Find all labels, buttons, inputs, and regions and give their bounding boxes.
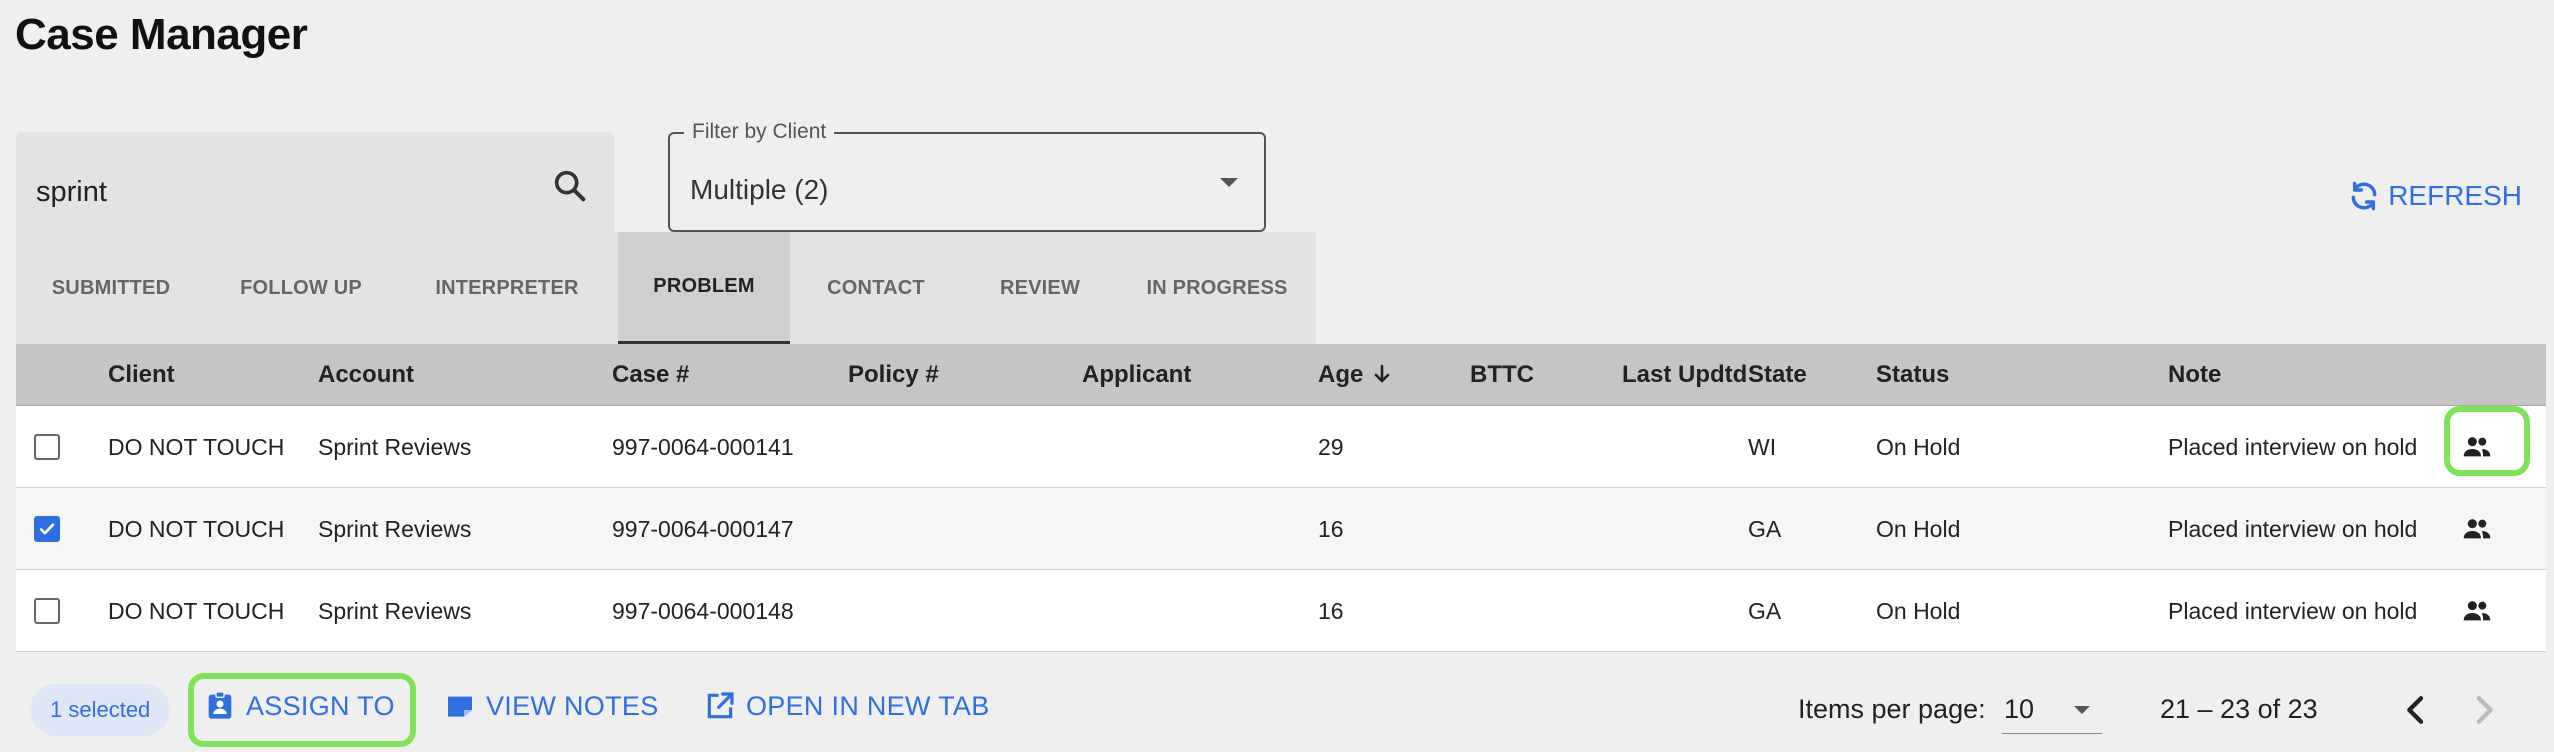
- view-notes-button[interactable]: VIEW NOTES: [444, 690, 659, 722]
- people-icon: [2463, 519, 2491, 539]
- cell-account: Sprint Reviews: [318, 434, 472, 460]
- status-tabs: SUBMITTED FOLLOW UP INTERPRETER PROBLEM …: [16, 232, 1316, 344]
- cases-table: Client Account Case # Policy # Applicant…: [16, 344, 2546, 652]
- refresh-label: REFRESH: [2388, 180, 2522, 211]
- cell-age: 16: [1318, 598, 1344, 624]
- open-new-tab-icon: [707, 692, 734, 719]
- table-row[interactable]: DO NOT TOUCH Sprint Reviews 997-0064-000…: [16, 488, 2546, 570]
- assign-to-label: ASSIGN TO: [246, 690, 395, 721]
- cell-note: Placed interview on hold: [2168, 434, 2418, 460]
- search-icon[interactable]: [550, 166, 590, 206]
- cell-state: GA: [1748, 598, 1782, 624]
- col-case[interactable]: Case #: [612, 344, 689, 406]
- items-per-page-select[interactable]: 10: [2002, 688, 2102, 734]
- refresh-icon: [2351, 181, 2377, 211]
- items-per-page-value: 10: [2004, 694, 2035, 724]
- col-policy[interactable]: Policy #: [848, 344, 939, 406]
- cell-status: On Hold: [1876, 434, 1961, 460]
- assign-people-button[interactable]: [2456, 590, 2498, 632]
- col-applicant[interactable]: Applicant: [1082, 344, 1191, 406]
- items-per-page-label: Items per page:: [1798, 694, 1986, 724]
- filter-value: Multiple (2): [690, 174, 829, 205]
- assign-people-button[interactable]: [2456, 426, 2498, 468]
- row-checkbox[interactable]: [34, 516, 60, 542]
- table-header: Client Account Case # Policy # Applicant…: [16, 344, 2546, 406]
- tab-problem[interactable]: PROBLEM: [618, 232, 790, 344]
- row-checkbox[interactable]: [34, 434, 60, 460]
- arrow-down-icon: [1374, 364, 1390, 383]
- next-page-button[interactable]: [2464, 690, 2504, 730]
- chevron-left-icon: [2407, 696, 2424, 724]
- cell-client: DO NOT TOUCH: [108, 516, 285, 542]
- col-bttc[interactable]: BTTC: [1470, 344, 1534, 406]
- prev-page-button[interactable]: [2396, 690, 2436, 730]
- view-notes-label: VIEW NOTES: [486, 690, 659, 721]
- page-title: Case Manager: [15, 10, 308, 59]
- search-field[interactable]: [16, 132, 614, 234]
- assign-icon: [208, 691, 232, 719]
- cell-case: 997-0064-000148: [612, 598, 794, 624]
- cell-account: Sprint Reviews: [318, 598, 472, 624]
- assign-people-button[interactable]: [2456, 508, 2498, 550]
- cell-note: Placed interview on hold: [2168, 598, 2418, 624]
- tab-submitted[interactable]: SUBMITTED: [16, 232, 206, 344]
- tab-contact[interactable]: CONTACT: [790, 232, 962, 344]
- col-status[interactable]: Status: [1876, 344, 1949, 406]
- selected-count-badge: 1 selected: [30, 684, 171, 736]
- assign-to-button[interactable]: ASSIGN TO: [204, 690, 395, 722]
- tab-review[interactable]: REVIEW: [962, 232, 1118, 344]
- refresh-button[interactable]: REFRESH: [2348, 180, 2522, 212]
- cell-state: WI: [1748, 434, 1777, 460]
- cell-case: 997-0064-000141: [612, 434, 794, 460]
- client-filter-select[interactable]: Filter by Client Multiple (2): [668, 120, 1266, 232]
- cell-client: DO NOT TOUCH: [108, 598, 285, 624]
- table-row[interactable]: DO NOT TOUCH Sprint Reviews 997-0064-000…: [16, 406, 2546, 488]
- tab-interpreter[interactable]: INTERPRETER: [396, 232, 618, 344]
- caret-down-icon: [1220, 178, 1238, 187]
- caret-down-icon: [2074, 706, 2090, 714]
- cell-note: Placed interview on hold: [2168, 516, 2418, 542]
- cell-state: GA: [1748, 516, 1782, 542]
- col-client[interactable]: Client: [108, 344, 175, 406]
- check-icon: [39, 523, 55, 535]
- people-icon: [2463, 437, 2491, 457]
- tab-follow-up[interactable]: FOLLOW UP: [206, 232, 396, 344]
- col-note[interactable]: Note: [2168, 344, 2221, 406]
- cell-age: 16: [1318, 516, 1344, 542]
- chevron-right-icon: [2476, 696, 2493, 724]
- open-in-new-tab-label: OPEN IN NEW TAB: [746, 690, 990, 721]
- row-checkbox[interactable]: [34, 598, 60, 624]
- col-state[interactable]: State: [1748, 344, 1807, 406]
- pagination-range: 21 – 23 of 23: [2160, 694, 2318, 724]
- cell-account: Sprint Reviews: [318, 516, 472, 542]
- col-age[interactable]: Age: [1318, 344, 1394, 406]
- people-icon: [2463, 601, 2491, 621]
- col-age-label: Age: [1318, 361, 1364, 388]
- cell-age: 29: [1318, 434, 1344, 460]
- cell-case: 997-0064-000147: [612, 516, 794, 542]
- notes-icon: [448, 696, 472, 717]
- cell-status: On Hold: [1876, 598, 1961, 624]
- table-row[interactable]: DO NOT TOUCH Sprint Reviews 997-0064-000…: [16, 570, 2546, 652]
- col-account[interactable]: Account: [318, 344, 414, 406]
- col-last-updtd[interactable]: Last Updtd: [1622, 344, 1747, 406]
- search-input[interactable]: [36, 172, 536, 212]
- cell-client: DO NOT TOUCH: [108, 434, 285, 460]
- table-footer: 1 selected ASSIGN TO VIEW NOTES OPEN IN …: [0, 668, 2554, 752]
- tab-in-progress[interactable]: IN PROGRESS: [1118, 232, 1316, 344]
- filter-label: Filter by Client: [684, 120, 835, 144]
- cell-status: On Hold: [1876, 516, 1961, 542]
- open-in-new-tab-button[interactable]: OPEN IN NEW TAB: [704, 690, 990, 722]
